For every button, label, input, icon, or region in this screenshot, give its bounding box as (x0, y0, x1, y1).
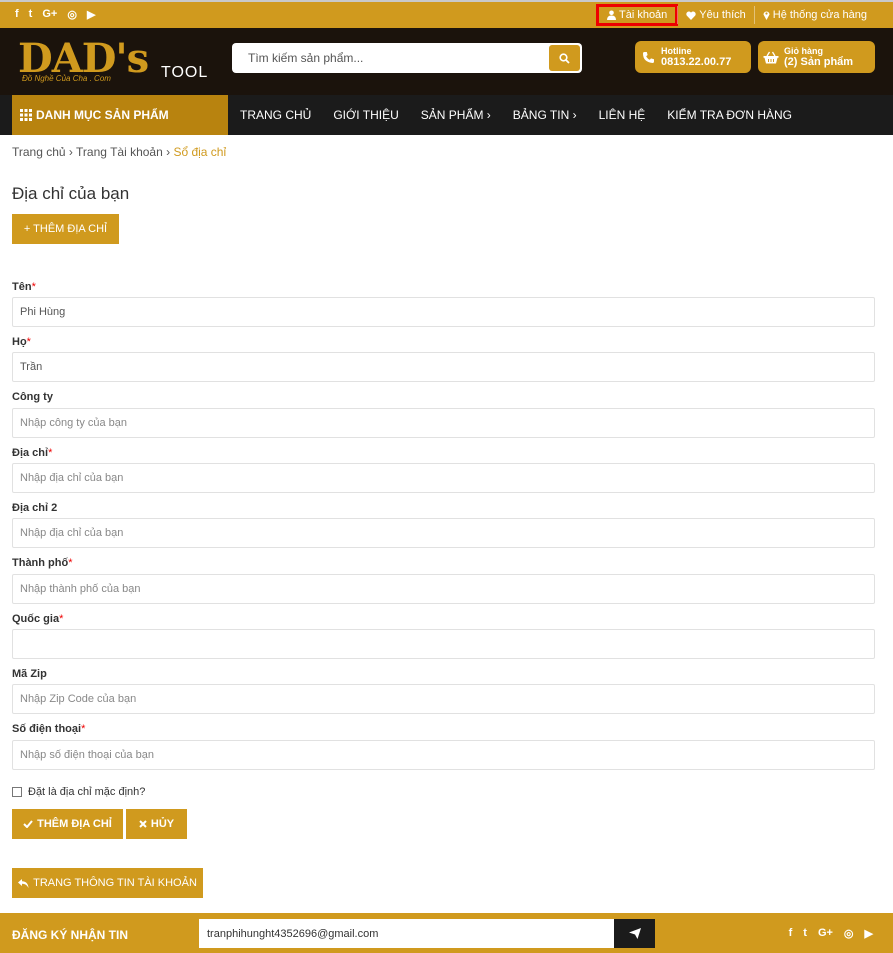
store-system-link[interactable]: Hệ thống cửa hàng (753, 6, 875, 24)
google-plus-icon[interactable]: G+ (42, 8, 57, 21)
cart-label: Giỏ hàng (784, 46, 823, 56)
instagram-icon[interactable]: ◎ (67, 8, 77, 21)
hotline-label: Hotline (661, 46, 692, 56)
main-nav: DANH MỤC SẢN PHẨM TRANG CHỦ GIỚI THIỆU S… (0, 95, 893, 135)
phone-label: Số điện thoại* (12, 723, 86, 735)
paper-plane-icon (628, 928, 641, 939)
grid-icon (20, 109, 32, 121)
last-name-field[interactable]: Trần (12, 352, 875, 382)
newsletter-submit-button[interactable] (614, 919, 655, 948)
nav-item-order-check[interactable]: KIỂM TRA ĐƠN HÀNG (667, 108, 792, 122)
breadcrumb-current: Sổ địa chỉ (173, 145, 227, 159)
company-label: Công ty (12, 391, 53, 403)
page-title: Địa chỉ của bạn (12, 184, 130, 203)
google-plus-icon[interactable]: G+ (818, 927, 833, 940)
default-address-option[interactable]: Đặt là địa chỉ mặc định? (12, 786, 145, 798)
nav-item-home[interactable]: TRANG CHỦ (240, 108, 311, 122)
add-address-button[interactable]: + THÊM ĐỊA CHỈ (12, 214, 119, 244)
youtube-icon[interactable]: ▶ (87, 8, 95, 21)
account-link[interactable]: Tài khoản (595, 4, 679, 26)
first-name-label: Tên* (12, 281, 36, 293)
submit-address-button[interactable]: THÊM ĐỊA CHỈ (12, 809, 123, 839)
header: DAD's TOOL Đồ Nghề Của Cha . Com Tìm kiế… (0, 28, 893, 95)
newsletter-email-input[interactable]: tranphihunght4352696@gmail.com (199, 919, 615, 948)
newsletter-footer: ĐĂNG KÝ NHẬN TIN tranphihunght4352696@gm… (0, 913, 893, 953)
phone-field[interactable]: Nhập số điện thoại của bạn (12, 740, 875, 770)
user-icon (606, 10, 616, 20)
phone-icon (635, 51, 661, 64)
twitter-icon[interactable]: t (803, 927, 807, 940)
twitter-icon[interactable]: t (29, 8, 33, 21)
city-label: Thành phố* (12, 557, 73, 569)
basket-icon (758, 51, 784, 64)
youtube-icon[interactable]: ▶ (865, 927, 873, 940)
nav-item-news[interactable]: BẢNG TIN › (513, 108, 577, 122)
first-name-field[interactable]: Phi Hùng (12, 297, 875, 327)
wishlist-link-label: Yêu thích (699, 9, 746, 21)
nav-item-about[interactable]: GIỚI THIỆU (333, 108, 398, 122)
address-label: Địa chỉ* (12, 447, 53, 459)
top-bar: f t G+ ◎ ▶ Tài khoản Yêu thích Hệ thống … (0, 0, 893, 28)
heart-icon (686, 11, 696, 20)
footer-social-links: f t G+ ◎ ▶ (789, 927, 873, 940)
close-icon (139, 820, 147, 828)
city-field[interactable]: Nhập thành phố của bạn (12, 574, 875, 604)
company-field[interactable]: Nhập công ty của bạn (12, 408, 875, 438)
nav-items: TRANG CHỦ GIỚI THIỆU SẢN PHẨM › BẢNG TIN… (240, 95, 792, 135)
facebook-icon[interactable]: f (789, 927, 793, 940)
breadcrumb-account[interactable]: Trang Tài khoản (76, 145, 163, 159)
check-icon (23, 820, 33, 828)
zip-field[interactable]: Nhập Zip Code của bạn (12, 684, 875, 714)
wishlist-link[interactable]: Yêu thích (677, 6, 753, 24)
search-button[interactable] (549, 45, 580, 71)
country-label: Quốc gia* (12, 613, 64, 625)
cart-box[interactable]: Giỏ hàng (2) Sản phẩm (758, 41, 875, 73)
hotline-number: 0813.22.00.77 (661, 56, 732, 68)
account-info-button[interactable]: TRANG THÔNG TIN TÀI KHOẢN (12, 868, 203, 898)
logo-sub-text: TOOL (161, 64, 209, 81)
nav-item-products[interactable]: SẢN PHẨM › (421, 108, 491, 122)
submit-address-label: THÊM ĐỊA CHỈ (37, 818, 112, 830)
account-link-label: Tài khoản (618, 9, 668, 21)
cancel-button[interactable]: HỦY (126, 809, 187, 839)
social-links: f t G+ ◎ ▶ (15, 8, 95, 21)
nav-item-contact[interactable]: LIÊN HỆ (599, 108, 646, 122)
store-system-link-label: Hệ thống cửa hàng (772, 9, 867, 21)
zip-label: Mã Zip (12, 668, 47, 680)
category-menu-button[interactable]: DANH MỤC SẢN PHẨM (12, 95, 228, 135)
breadcrumb-separator: › (162, 145, 174, 159)
logo-tagline: Đồ Nghề Của Cha . Com (22, 74, 111, 83)
site-logo[interactable]: DAD's TOOL Đồ Nghề Của Cha . Com (18, 35, 209, 86)
newsletter-label: ĐĂNG KÝ NHẬN TIN (12, 928, 128, 942)
last-name-label: Họ* (12, 336, 31, 348)
country-field[interactable] (12, 629, 875, 659)
breadcrumb-separator: › (65, 145, 77, 159)
breadcrumb-home[interactable]: Trang chủ (12, 145, 66, 159)
address2-label: Địa chỉ 2 (12, 502, 58, 514)
address-field[interactable]: Nhập địa chỉ của bạn (12, 463, 875, 493)
search-icon (559, 52, 570, 64)
default-address-checkbox[interactable] (12, 787, 22, 797)
cancel-label: HỦY (150, 818, 175, 830)
top-links: Tài khoản Yêu thích Hệ thống cửa hàng (595, 4, 875, 26)
account-info-label: TRANG THÔNG TIN TÀI KHOẢN (33, 877, 197, 889)
instagram-icon[interactable]: ◎ (844, 927, 854, 940)
search-box: Tìm kiếm sản phẩm... (232, 43, 582, 73)
map-marker-icon (763, 11, 770, 20)
search-input[interactable]: Tìm kiếm sản phẩm... (248, 51, 363, 65)
address2-field[interactable]: Nhập địa chỉ của bạn (12, 518, 875, 548)
reply-icon (18, 878, 29, 888)
cart-count: (2) Sản phẩm (784, 56, 854, 68)
category-menu-label: DANH MỤC SẢN PHẨM (36, 108, 169, 122)
hotline-box[interactable]: Hotline 0813.22.00.77 (635, 41, 751, 73)
breadcrumb: Trang chủ › Trang Tài khoản › Sổ địa chỉ (12, 145, 226, 159)
default-address-label: Đặt là địa chỉ mặc định? (28, 786, 146, 798)
facebook-icon[interactable]: f (15, 8, 19, 21)
